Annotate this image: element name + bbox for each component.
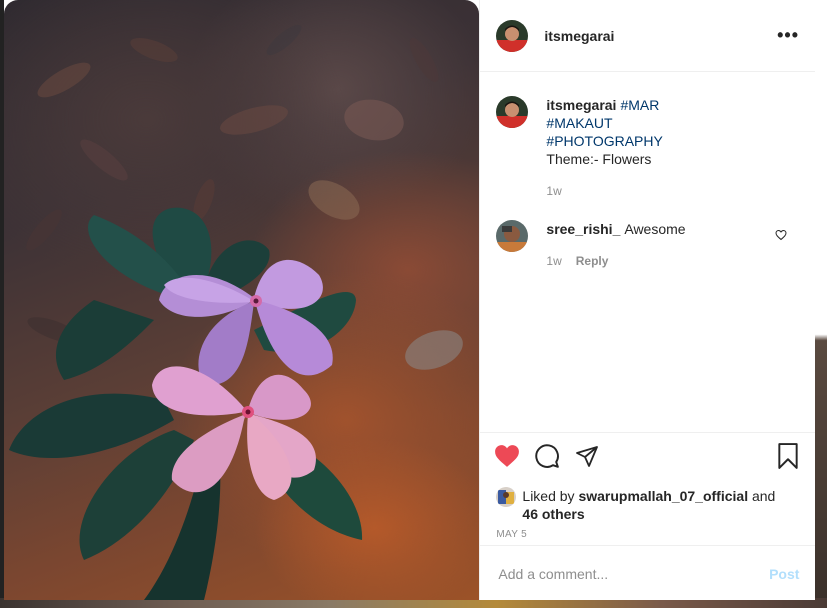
- liker-username[interactable]: swarupmallah_07_official: [578, 488, 748, 504]
- post-sidebar: itsmegarai ••• itsmegarai #MAR #MAKAUT #P…: [479, 0, 816, 601]
- post-header: itsmegarai •••: [480, 0, 815, 72]
- caption-body: itsmegarai #MAR #MAKAUT #PHOTOGRAPHY Them…: [546, 96, 662, 200]
- commenter-username[interactable]: sree_rishi_: [546, 221, 620, 237]
- post-modal: itsmegarai ••• itsmegarai #MAR #MAKAUT #P…: [4, 0, 816, 601]
- post-photo[interactable]: [4, 0, 480, 600]
- hashtag-link[interactable]: #PHOTOGRAPHY: [546, 132, 662, 150]
- comment: sree_rishi_ Awesome 1w Reply: [480, 204, 815, 270]
- comment-input[interactable]: [496, 564, 770, 583]
- bookmark-icon[interactable]: [777, 442, 799, 474]
- comment-time[interactable]: 1w: [546, 254, 561, 268]
- caption-text: Theme:- Flowers: [546, 151, 652, 167]
- caption-username[interactable]: itsmegarai: [546, 97, 616, 113]
- hashtag-link[interactable]: #MAR: [620, 97, 659, 113]
- author-username[interactable]: itsmegarai: [544, 28, 614, 44]
- post-comment-button[interactable]: Post: [769, 566, 799, 582]
- send-icon[interactable]: [574, 444, 600, 473]
- more-horizontal-icon[interactable]: •••: [777, 25, 799, 46]
- post-date[interactable]: MAY 5: [480, 523, 815, 540]
- caption: itsmegarai #MAR #MAKAUT #PHOTOGRAPHY Them…: [480, 72, 815, 200]
- likes-joiner: and: [751, 488, 776, 504]
- likes-others-link[interactable]: 46 others: [522, 506, 584, 522]
- hashtag-link[interactable]: #MAKAUT: [546, 114, 662, 132]
- likes-summary: Liked by swarupmallah_07_official and 46…: [480, 473, 815, 523]
- likes-text: Liked by swarupmallah_07_official and 46…: [522, 487, 775, 523]
- author-avatar[interactable]: [496, 19, 529, 52]
- backdrop-right: [815, 0, 827, 608]
- add-comment-bar: Post: [480, 545, 816, 601]
- caption-avatar[interactable]: [496, 96, 529, 128]
- comment-meta: 1w Reply: [546, 252, 685, 270]
- post-actions: Liked by swarupmallah_07_official and 46…: [480, 432, 816, 601]
- likes-prefix: Liked by: [522, 488, 575, 504]
- comment-icon[interactable]: [534, 443, 560, 474]
- comment-text: Awesome: [624, 221, 686, 237]
- comment-body: sree_rishi_ Awesome 1w Reply: [546, 220, 685, 270]
- flower-photo-art: [9, 24, 463, 600]
- commenter-avatar[interactable]: [496, 220, 529, 252]
- heart-outline-icon[interactable]: [775, 228, 787, 246]
- caption-time[interactable]: 1w: [546, 182, 662, 200]
- reply-button[interactable]: Reply: [576, 254, 609, 268]
- liker-avatar[interactable]: [496, 487, 517, 507]
- action-bar: [480, 433, 815, 473]
- heart-filled-icon[interactable]: [494, 444, 520, 473]
